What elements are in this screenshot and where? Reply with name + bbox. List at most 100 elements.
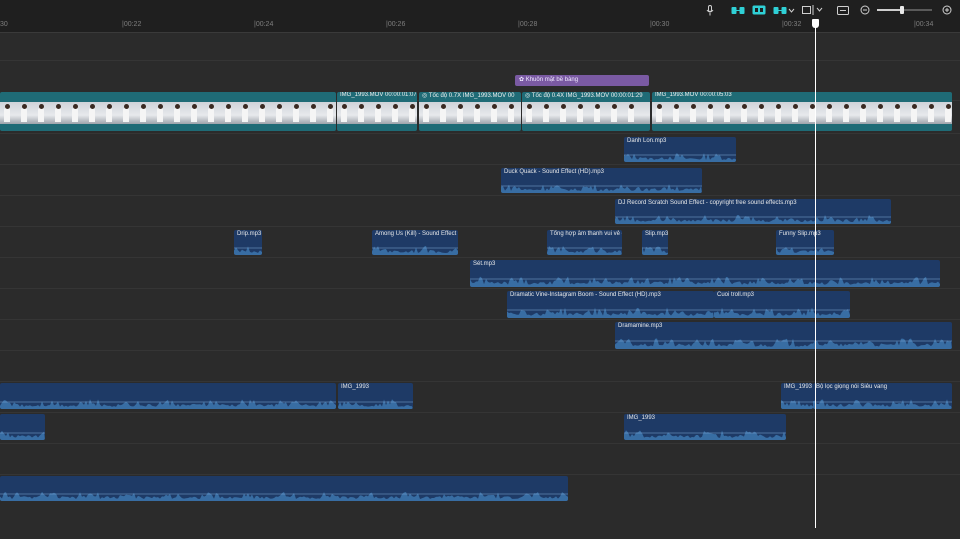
thumbnail-figure-head (526, 104, 532, 109)
thumbnail-figure-head (792, 104, 798, 109)
thumbnail-figure (843, 108, 849, 122)
audio-clip[interactable] (0, 476, 568, 501)
thumbnail-figure-head (690, 104, 696, 109)
thumbnail-figure-head (55, 104, 61, 109)
thumbnail-figure (577, 108, 583, 122)
linked-selection-icon[interactable] (772, 3, 796, 17)
thumbnail-figure-head (707, 104, 713, 109)
video-clip[interactable] (0, 92, 336, 131)
audio-waveform (0, 491, 568, 501)
thumbnail-figure-head (928, 104, 934, 109)
thumbnail-figure-head (72, 104, 78, 109)
thumbnail-figure-head (440, 104, 446, 109)
track-separator (0, 381, 960, 382)
video-clip[interactable]: IMG_1993.MOV 00:00:05:03 (652, 92, 952, 131)
audio-clip[interactable]: Drip.mp3 (234, 230, 262, 255)
thumbnail-figure (358, 108, 364, 122)
audio-waveform (547, 245, 622, 255)
audio-clip[interactable] (0, 383, 336, 409)
audio-clip[interactable]: Sét.mp3 (470, 260, 940, 287)
thumbnail-figure (741, 108, 747, 122)
thumbnail-figure (628, 108, 634, 122)
audio-clip-label: IMG_1993 (784, 384, 813, 390)
thumbnail-figure (38, 108, 44, 122)
ruler-tick-label: |00:22 (122, 21, 142, 28)
audio-clip-label: Slip.mp3 (645, 231, 668, 237)
audio-clip[interactable]: Cuoi troll.mp3 (714, 291, 850, 318)
zoom-slider-handle[interactable] (900, 6, 905, 14)
audio-clip[interactable] (0, 414, 45, 440)
clip-thumbnails (652, 102, 952, 124)
audio-clip[interactable]: IMG_1993 (781, 383, 813, 409)
thumbnail-figure (611, 108, 617, 122)
ruler-edge-label: 30 (0, 21, 8, 28)
thumbnail-figure (341, 108, 347, 122)
track-separator (0, 443, 960, 444)
thumbnail-figure (123, 108, 129, 122)
fit-timeline-icon[interactable] (836, 3, 850, 17)
thumbnail-figure (457, 108, 463, 122)
thumbnail-figure (526, 108, 532, 122)
audio-clip[interactable]: IMG_1993 (624, 414, 786, 440)
video-clip[interactable]: ◎ Tốc độ 0.4X IMG_1993.MOV 00:00:01:29 (522, 92, 650, 131)
video-clip-label: ◎ Tốc độ 0.7X IMG_1993.MOV 00 (422, 93, 515, 99)
audio-clip[interactable]: Bộ lọc giọng nói Siêu vang (813, 383, 952, 409)
audio-clip[interactable]: Funny Slip.mp3 (776, 230, 834, 255)
audio-clip[interactable]: Dramatic Vine-Instagram Boom - Sound Eff… (507, 291, 714, 318)
sticker-clip-label: Khuôn mặt bề bàng (525, 77, 579, 83)
audio-clip[interactable]: Tổng hợp âm thanh vui vẻ ch (547, 230, 622, 255)
audio-clip[interactable]: IMG_1993 (338, 383, 413, 409)
audio-clip[interactable]: Dramamine.mp3 (615, 322, 952, 349)
thumbnail-figure-head (375, 104, 381, 109)
video-clip-label: ◎ Tốc độ 0.4X IMG_1993.MOV 00:00:01:29 (525, 93, 643, 99)
thumbnail-figure-head (594, 104, 600, 109)
thumbnail-figure-head (724, 104, 730, 109)
video-clip[interactable]: IMG_1993.MOV 00:00:01:07 (337, 92, 417, 131)
thumbnail-figure (440, 108, 446, 122)
thumbnail-figure-head (123, 104, 129, 109)
track-separator (0, 350, 960, 351)
clip-thumbnails (419, 102, 521, 124)
thumbnail-figure (423, 108, 429, 122)
video-clip[interactable]: ◎ Tốc độ 0.7X IMG_1993.MOV 00 (419, 92, 521, 131)
thumbnail-figure-head (21, 104, 27, 109)
thumbnail-figure-head (911, 104, 917, 109)
microphone-icon[interactable] (704, 3, 716, 17)
zoom-in-icon[interactable] (941, 3, 953, 17)
audio-waveform (507, 307, 714, 318)
playhead[interactable] (815, 20, 816, 528)
zoom-out-icon[interactable] (859, 3, 871, 17)
zoom-slider[interactable] (877, 6, 932, 14)
audio-clip[interactable]: Duck Quack - Sound Effect (HD).mp3 (501, 168, 702, 193)
magnet-snap-icon[interactable] (751, 3, 767, 17)
thumbnail-figure (928, 108, 934, 122)
audio-clip[interactable]: DJ Record Scratch Sound Effect - copyrig… (615, 199, 891, 224)
thumbnail-figure (72, 108, 78, 122)
thumbnail-figure (491, 108, 497, 122)
thumbnail-figure (792, 108, 798, 122)
thumbnail-figure (327, 108, 333, 122)
thumbnail-figure-head (673, 104, 679, 109)
audio-clip-label: Tổng hợp âm thanh vui vẻ ch (550, 231, 622, 237)
thumbnail-figure (157, 108, 163, 122)
thumbnail-figure (208, 108, 214, 122)
thumbnail-figure-head (577, 104, 583, 109)
audio-clip[interactable]: Among Us (Kill) - Sound Effect ( (372, 230, 458, 255)
audio-clip[interactable]: Slip.mp3 (642, 230, 668, 255)
thumbnail-figure (945, 108, 951, 122)
audio-clip[interactable]: Danh Lon.mp3 (624, 137, 736, 162)
thumbnail-figure (225, 108, 231, 122)
thumbnail-figure-head (628, 104, 634, 109)
preview-axis-icon[interactable] (801, 3, 825, 17)
thumbnail-figure-head (560, 104, 566, 109)
link-clips-icon[interactable] (730, 3, 746, 17)
thumbnail-figure-head (543, 104, 549, 109)
playhead-handle[interactable] (812, 19, 819, 28)
audio-waveform (338, 399, 413, 409)
thumbnail-figure (758, 108, 764, 122)
thumbnail-figure (106, 108, 112, 122)
thumbnail-figure (293, 108, 299, 122)
sticker-clip[interactable]: ✿ Khuôn mặt bề bàng (515, 75, 649, 86)
clip-thumbnails (522, 102, 650, 124)
thumbnail-figure (860, 108, 866, 122)
